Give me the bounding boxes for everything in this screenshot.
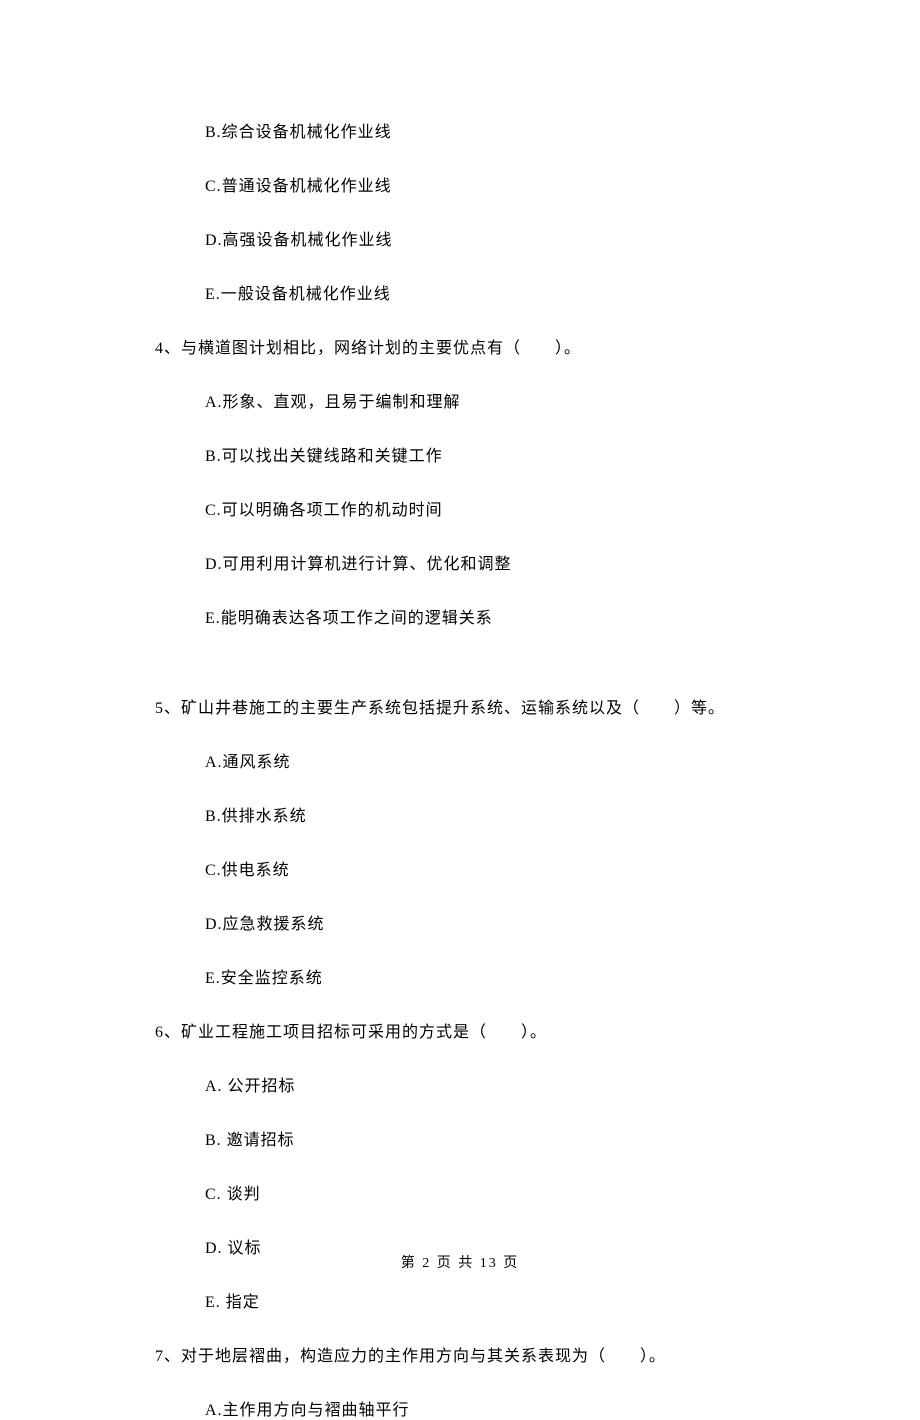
question-4-stem: 4、与横道图计划相比，网络计划的主要优点有（ ）。 [155, 334, 765, 358]
question-7: 7、对于地层褶曲，构造应力的主作用方向与其关系表现为（ ）。 A.主作用方向与褶… [155, 1342, 765, 1420]
question-6-stem: 6、矿业工程施工项目招标可采用的方式是（ ）。 [155, 1018, 765, 1042]
option-5-a: A.通风系统 [205, 748, 765, 772]
option-6-c: C. 谈判 [205, 1180, 765, 1204]
page-content: B.综合设备机械化作业线 C.普通设备机械化作业线 D.高强设备机械化作业线 E… [0, 0, 920, 1420]
question-5: 5、矿山井巷施工的主要生产系统包括提升系统、运输系统以及（ ）等。 A.通风系统… [155, 694, 765, 988]
option-5-e: E.安全监控系统 [205, 964, 765, 988]
option-4-d: D.可用利用计算机进行计算、优化和调整 [205, 550, 765, 574]
option-5-c: C.供电系统 [205, 856, 765, 880]
question-4: 4、与横道图计划相比，网络计划的主要优点有（ ）。 A.形象、直观，且易于编制和… [155, 334, 765, 628]
option-4-a: A.形象、直观，且易于编制和理解 [205, 388, 765, 412]
page-footer: 第 2 页 共 13 页 [0, 1252, 920, 1272]
option-5-b: B.供排水系统 [205, 802, 765, 826]
question-3-options-continued: B.综合设备机械化作业线 C.普通设备机械化作业线 D.高强设备机械化作业线 E… [155, 118, 765, 304]
option-6-e: E. 指定 [205, 1288, 765, 1312]
option-4-b: B.可以找出关键线路和关键工作 [205, 442, 765, 466]
option-4-c: C.可以明确各项工作的机动时间 [205, 496, 765, 520]
spacer [155, 658, 765, 694]
option-3-b: B.综合设备机械化作业线 [205, 118, 765, 142]
option-4-e: E.能明确表达各项工作之间的逻辑关系 [205, 604, 765, 628]
question-5-stem: 5、矿山井巷施工的主要生产系统包括提升系统、运输系统以及（ ）等。 [155, 694, 765, 718]
option-7-a: A.主作用方向与褶曲轴平行 [205, 1396, 765, 1420]
option-3-d: D.高强设备机械化作业线 [205, 226, 765, 250]
option-6-a: A. 公开招标 [205, 1072, 765, 1096]
option-3-e: E.一般设备机械化作业线 [205, 280, 765, 304]
option-6-b: B. 邀请招标 [205, 1126, 765, 1150]
option-5-d: D.应急救援系统 [205, 910, 765, 934]
option-3-c: C.普通设备机械化作业线 [205, 172, 765, 196]
question-7-stem: 7、对于地层褶曲，构造应力的主作用方向与其关系表现为（ ）。 [155, 1342, 765, 1366]
